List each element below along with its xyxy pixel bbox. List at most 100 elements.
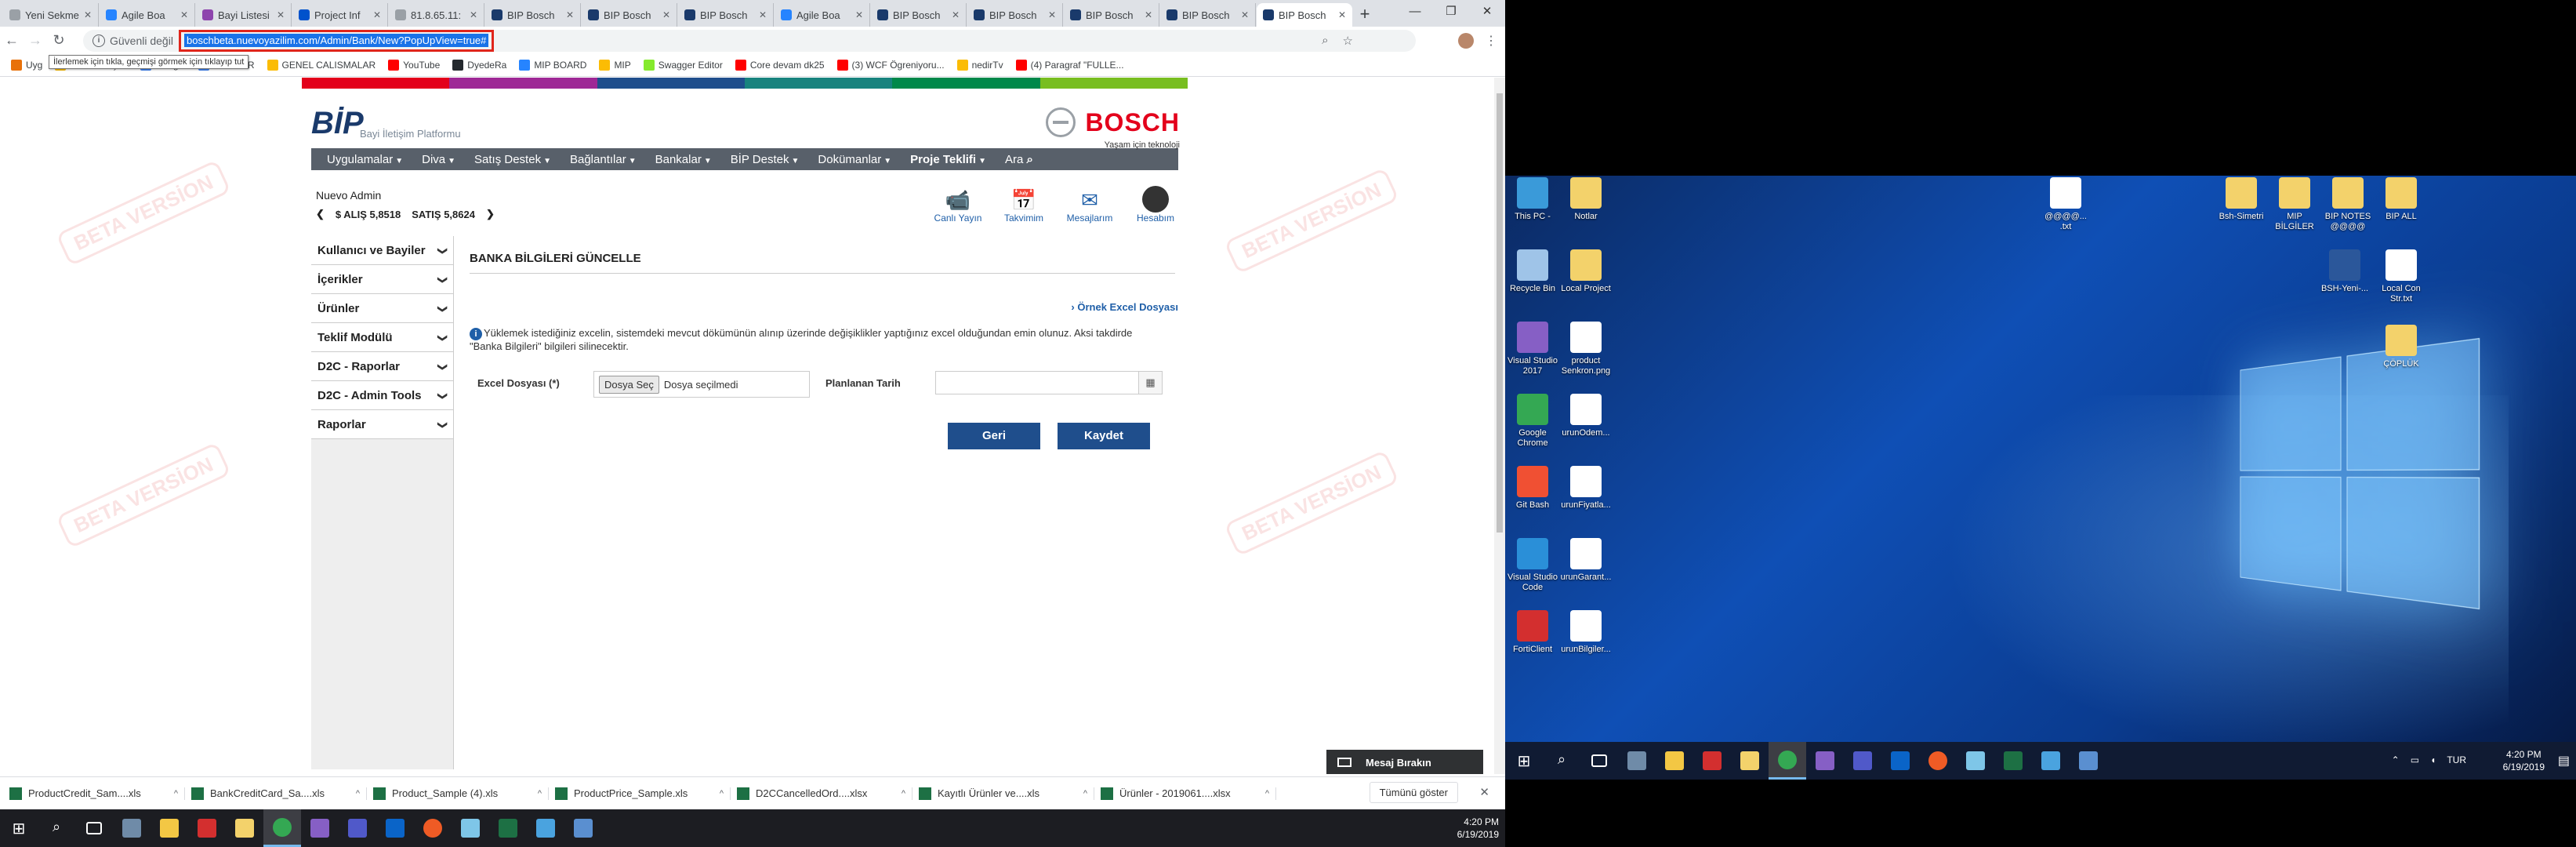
sidebar-item[interactable]: Ürünler ❯ [311,294,453,323]
bookmark-item[interactable]: nedirTv [956,59,1003,71]
chevron-up-icon[interactable]: ^ [174,789,178,798]
desktop-icon[interactable]: Visual Studio 2017 [1505,322,1560,376]
new-tab-button[interactable]: + [1353,3,1377,27]
tab-close-icon[interactable]: ✕ [855,9,863,20]
desktop-icon[interactable]: This PC - [1505,177,1560,222]
snipping-icon[interactable] [2032,742,2070,780]
visual-studio-icon[interactable] [301,809,339,847]
teams-icon[interactable] [339,809,376,847]
scroll-thumb[interactable] [1497,93,1503,533]
desktop-icon[interactable]: ÇÖPLÜK [2374,325,2429,369]
close-window-icon[interactable]: ✕ [1469,0,1505,24]
browser-tab[interactable]: BIP Bosch ✕ [678,3,774,27]
bookmark-item[interactable]: (4) Paragraf "FULLE... [1015,59,1124,71]
forticlient-icon[interactable] [188,809,226,847]
save-button[interactable]: Kaydet [1058,423,1150,449]
download-item[interactable]: Kayıtlı Ürünler ve....xls ^ [919,787,1094,800]
desktop-icon[interactable]: urunGarant... [1558,538,1613,583]
desktop-icon[interactable]: Local Project [1558,249,1613,294]
planned-date-input[interactable]: ▦ [935,371,1163,394]
excel-icon[interactable] [1994,742,2032,780]
outlook-icon[interactable] [1881,742,1919,780]
desktop-icon[interactable]: urunFiyatla... [1558,466,1613,511]
desktop-icon[interactable]: Bsh-Simetri [2214,177,2269,222]
tab-close-icon[interactable]: ✕ [84,9,92,20]
notepad-icon[interactable] [452,809,489,847]
desktop-icon[interactable]: MIP BİLGİLER [2267,177,2322,232]
notes-icon[interactable] [1731,742,1769,780]
nav-item[interactable]: Bankalar ▼ [646,153,721,166]
tab-close-icon[interactable]: ✕ [1048,9,1056,20]
download-item[interactable]: D2CCancelledOrd....xlsx ^ [737,787,912,800]
browser-tab[interactable]: BIP Bosch ✕ [582,3,677,27]
desktop-icon[interactable]: BSH-Yeni-... [2317,249,2372,294]
nav-item[interactable]: Proje Teklifi ▼ [901,153,996,166]
browser-tab[interactable]: 81.8.65.11: ✕ [389,3,484,27]
notepad-icon[interactable] [1957,742,1994,780]
quick-link[interactable]: Hesabım [1131,186,1180,224]
postman-icon[interactable] [414,809,452,847]
page-scrollbar[interactable] [1494,78,1505,774]
nav-item[interactable]: BİP Destek ▼ [721,153,809,166]
profile-avatar[interactable] [1458,33,1474,49]
chrome-icon[interactable] [263,809,301,847]
right-clock[interactable]: 4:20 PM 6/19/2019 [2503,748,2545,773]
show-all-downloads-button[interactable]: Tümünü göster [1369,782,1458,803]
bookmark-item[interactable]: Swagger Editor [643,59,723,71]
desktop-icon[interactable]: Local Con Str.txt [2374,249,2429,304]
desktop-icon[interactable]: urunOdem... [1558,394,1613,438]
url-text[interactable]: boschbeta.nuevoyazilim.com/Admin/Bank/Ne… [184,34,489,47]
tab-close-icon[interactable]: ✕ [1145,9,1152,20]
notification-icon[interactable]: ▤ [2558,753,2570,769]
sidebar-item[interactable]: İçerikler ❯ [311,265,453,294]
network-icon[interactable]: ▭ [2411,754,2419,765]
desktop-icon[interactable]: Git Bash [1505,466,1560,511]
browser-tab[interactable]: BIP Bosch ✕ [1257,3,1352,27]
download-item[interactable]: ProductPrice_Sample.xls ^ [555,787,731,800]
leave-message-bar[interactable]: Mesaj Bırakın [1326,750,1483,774]
tab-close-icon[interactable]: ✕ [1338,9,1346,20]
task-view-icon[interactable] [1580,742,1618,780]
bookmark-item[interactable]: MIP BOARD [519,59,586,71]
chevron-up-icon[interactable]: ^ [538,789,542,798]
browser-tab[interactable]: BIP Bosch ✕ [967,3,1063,27]
tab-close-icon[interactable]: ✕ [180,9,188,20]
choose-file-button[interactable]: Dosya Seç [599,375,659,394]
start-icon[interactable]: ⊞ [1505,742,1543,780]
desktop-icon[interactable]: BIP NOTES @@@@ [2320,177,2375,232]
bip-logo[interactable]: BİP [311,106,364,141]
tab-close-icon[interactable]: ✕ [373,9,381,20]
address-bar[interactable]: i Güvenli değil boschbeta.nuevoyazilim.c… [83,30,1416,52]
bookmark-star-icon[interactable]: ☆ [1343,34,1353,48]
browser-tab[interactable]: Yeni Sekme ✕ [3,3,99,27]
volume-icon[interactable]: ◖ [2430,754,2436,765]
back-icon[interactable]: ← [0,32,24,49]
bookmark-item[interactable]: YouTube [388,59,440,71]
chevron-up-icon[interactable]: ^ [720,789,724,798]
nav-search[interactable]: Ara ⌕ [996,153,1043,166]
browser-tab[interactable]: Agile Boa ✕ [775,3,870,27]
bookmark-item[interactable]: (3) WCF Ögreniyoru... [836,59,945,71]
quick-link[interactable]: ✉ Mesajlarım [1065,186,1114,224]
teams-icon[interactable] [1844,742,1881,780]
minimize-icon[interactable]: — [1397,0,1433,24]
rate-prev-icon[interactable]: ❮ [316,208,325,220]
chevron-up-icon[interactable]: ^ [356,789,360,798]
restore-icon[interactable]: ❐ [1433,0,1469,24]
bookmark-item[interactable]: GENEL CALISMALAR [267,59,376,71]
tab-close-icon[interactable]: ✕ [566,9,574,20]
menu-kebab-icon[interactable]: ⋮ [1485,33,1497,49]
sidebar-item[interactable]: Teklif Modülü ❯ [311,323,453,352]
bookmark-item[interactable]: DyedeRa [452,59,506,71]
bookmark-item[interactable]: Core devam dk25 [735,59,825,71]
desktop-icon[interactable]: Notlar [1558,177,1613,222]
file-input[interactable]: Dosya Seç Dosya seçilmedi [593,371,810,398]
bookmark-item[interactable]: Uyg [11,59,42,71]
sidebar-item[interactable]: D2C - Admin Tools ❯ [311,381,453,410]
tab-close-icon[interactable]: ✕ [1241,9,1249,20]
taskbar-app-icon[interactable] [1618,742,1656,780]
browser-tab[interactable]: Bayi Listesi ✕ [196,3,292,27]
download-item[interactable]: Product_Sample (4).xls ^ [373,787,549,800]
tab-close-icon[interactable]: ✕ [470,9,477,20]
desktop-icon[interactable]: FortiClient [1505,610,1560,655]
